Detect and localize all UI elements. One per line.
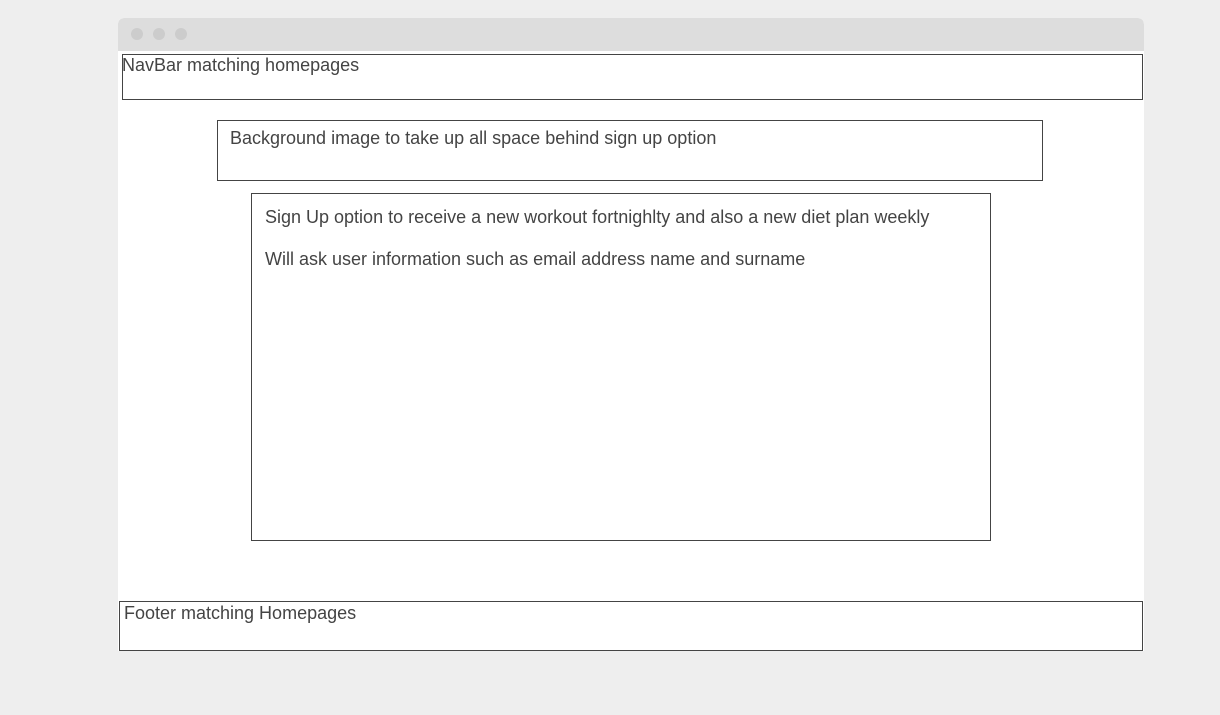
title-bar [118,18,1144,51]
signup-fields-description: Will ask user information such as email … [265,249,806,269]
navbar-label: NavBar matching homepages [122,55,360,75]
browser-window: NavBar matching homepages Background ima… [118,18,1144,651]
background-image-placeholder: Background image to take up all space be… [217,120,1043,181]
navbar-placeholder: NavBar matching homepages [122,54,1143,100]
signup-placeholder: Sign Up option to receive a new workout … [251,193,991,541]
window-maximize-dot[interactable] [175,28,187,40]
window-close-dot[interactable] [131,28,143,40]
background-label: Background image to take up all space be… [230,128,717,148]
footer-placeholder: Footer matching Homepages [119,601,1143,651]
signup-description: Sign Up option to receive a new workout … [265,207,930,227]
window-minimize-dot[interactable] [153,28,165,40]
footer-label: Footer matching Homepages [124,603,357,623]
